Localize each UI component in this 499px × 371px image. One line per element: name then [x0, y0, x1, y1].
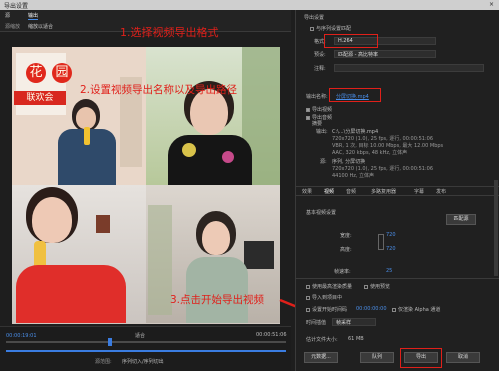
preview-party-banner: 联欢会 — [14, 91, 66, 105]
tab-video[interactable]: 视频 — [324, 188, 334, 195]
summary-output-audio: AAC, 320 kbps, 48 kHz, 立体声 — [332, 150, 408, 156]
export-video-label: 导出视频 — [312, 107, 333, 113]
file-size-label: 估计文件大小: — [306, 337, 338, 343]
match-sequence-label: 与序列设置匹配 — [316, 26, 352, 32]
max-render-checkbox[interactable] — [306, 284, 310, 289]
basic-video-header: 基本视频设置 — [306, 210, 337, 216]
start-timecode-label: 设置开始时间码 — [312, 307, 348, 313]
summary-source-label: 源: — [320, 159, 327, 165]
time-interpolation-select[interactable]: 帧采样 — [332, 318, 376, 326]
import-project-checkbox[interactable] — [306, 295, 310, 300]
timeline-track[interactable] — [6, 341, 286, 343]
window-title: 导出设置 — [4, 3, 29, 10]
export-button-highlight — [400, 348, 442, 368]
settings-tab-bar: 效果 视频 音频 多路复用器 字幕 发布 — [296, 186, 499, 196]
zoom-fit-select[interactable]: 适合 — [135, 332, 145, 339]
preview-garden-char: 园 — [52, 63, 72, 83]
annotation-step2: 2.设置视频导出名称以及导出路径 — [80, 84, 238, 96]
tab-output[interactable]: 输出 — [28, 12, 39, 20]
match-sequence-checkbox[interactable] — [310, 26, 314, 31]
time-interpolation-label: 时间插值 — [306, 320, 327, 326]
tab-publish[interactable]: 发布 — [436, 188, 446, 195]
preview-quad-1: 花 园 联欢会 — [12, 47, 146, 185]
start-timecode-checkbox[interactable] — [306, 307, 310, 312]
current-timecode[interactable]: 00:00:19:01 — [6, 333, 37, 339]
tab-multiplexer[interactable]: 多路复用器 — [371, 188, 396, 195]
source-scale-label: 源缩放 — [5, 24, 21, 30]
max-render-label: 使用最高渲染质量 — [312, 284, 353, 290]
start-timecode-value[interactable]: 00:00:00:00 — [356, 306, 387, 312]
summary-output-bitrate: VBR, 1 次, 目标 10.00 Mbps, 最大 12.00 Mbps — [332, 143, 444, 149]
export-video-checkbox[interactable] — [306, 107, 310, 112]
tab-audio[interactable]: 音频 — [346, 188, 356, 195]
title-bar: 导出设置 × — [0, 0, 499, 10]
output-name-highlight — [329, 88, 381, 102]
render-alpha-label: 仅渲染 Alpha 通道 — [398, 307, 441, 313]
preset-select[interactable]: 匹配源 - 高比特率 — [334, 50, 436, 58]
summary-source-video: 720x720 (1.0), 25 fps, 逐行, 00:00:51:06 — [332, 166, 434, 172]
work-area-bar[interactable] — [6, 350, 286, 352]
use-preview-label: 使用预览 — [370, 284, 391, 290]
summary-output-video: 720x720 (1.0), 25 fps, 逐行, 00:00:51:06 — [332, 136, 434, 142]
file-size-value: 61 MB — [348, 336, 364, 342]
export-settings-header: 导出设置 — [304, 15, 325, 21]
framerate-label: 帧速率: — [334, 269, 351, 275]
height-label: 高度: — [340, 247, 352, 253]
annotation-step3: 3.点击开始导出视频 — [170, 294, 265, 306]
import-project-label: 导入到项目中 — [312, 295, 343, 301]
match-source-button[interactable]: 匹配源 — [446, 214, 476, 225]
queue-button[interactable]: 队列 — [360, 352, 394, 363]
comment-label: 注释: — [314, 66, 326, 72]
export-settings-panel: 导出设置 与序列设置匹配 格式: H.264 预设: 匹配源 - 高比特率 注释… — [295, 10, 499, 371]
render-alpha-checkbox[interactable] — [392, 307, 396, 312]
preset-label: 预设: — [314, 52, 326, 58]
summary-output-label: 输出: — [316, 129, 328, 135]
annotation-step1: 1.选择视频导出格式 — [120, 26, 219, 39]
use-preview-checkbox[interactable] — [364, 284, 368, 289]
end-timecode: 00:00:51:06 — [256, 332, 287, 338]
summary-header: 摘要 — [312, 121, 323, 127]
close-icon[interactable]: × — [489, 1, 494, 8]
cancel-button[interactable]: 取消 — [446, 352, 480, 363]
link-dimensions-icon[interactable] — [378, 234, 384, 250]
tab-effects[interactable]: 效果 — [302, 188, 312, 195]
preview-flower-char: 花 — [26, 63, 46, 83]
format-highlight — [324, 34, 378, 48]
settings-scrollbar[interactable] — [494, 180, 498, 276]
summary-output-path: C:\...\分屏切换.mp4 — [332, 129, 379, 135]
timeline-panel: 00:00:19:01 适合 00:00:51:06 源范围: 序列切入/序列切… — [0, 326, 291, 371]
summary-source-audio: 44100 Hz, 立体声 — [332, 173, 375, 179]
export-audio-checkbox[interactable] — [306, 115, 310, 120]
summary-source-name: 序列, 分屏切换 — [332, 159, 366, 165]
preview-quad-2 — [146, 47, 280, 185]
width-value[interactable]: 720 — [386, 232, 396, 238]
height-value[interactable]: 720 — [386, 246, 396, 252]
width-label: 宽度: — [340, 233, 352, 239]
metadata-button[interactable]: 元数据... — [304, 352, 338, 363]
source-scale-select[interactable]: 缩放以适合 — [28, 23, 53, 30]
playhead[interactable] — [108, 338, 112, 346]
comment-input[interactable] — [334, 64, 484, 72]
tab-captions[interactable]: 字幕 — [414, 188, 424, 195]
source-range-label: 源范围: — [95, 359, 112, 365]
preview-quad-3 — [12, 185, 146, 323]
source-range-select[interactable]: 序列切入/序列切出 — [122, 358, 164, 365]
tab-source[interactable]: 源 — [5, 12, 10, 19]
framerate-value[interactable]: 25 — [386, 268, 392, 274]
output-name-label: 输出名称: — [306, 94, 328, 100]
